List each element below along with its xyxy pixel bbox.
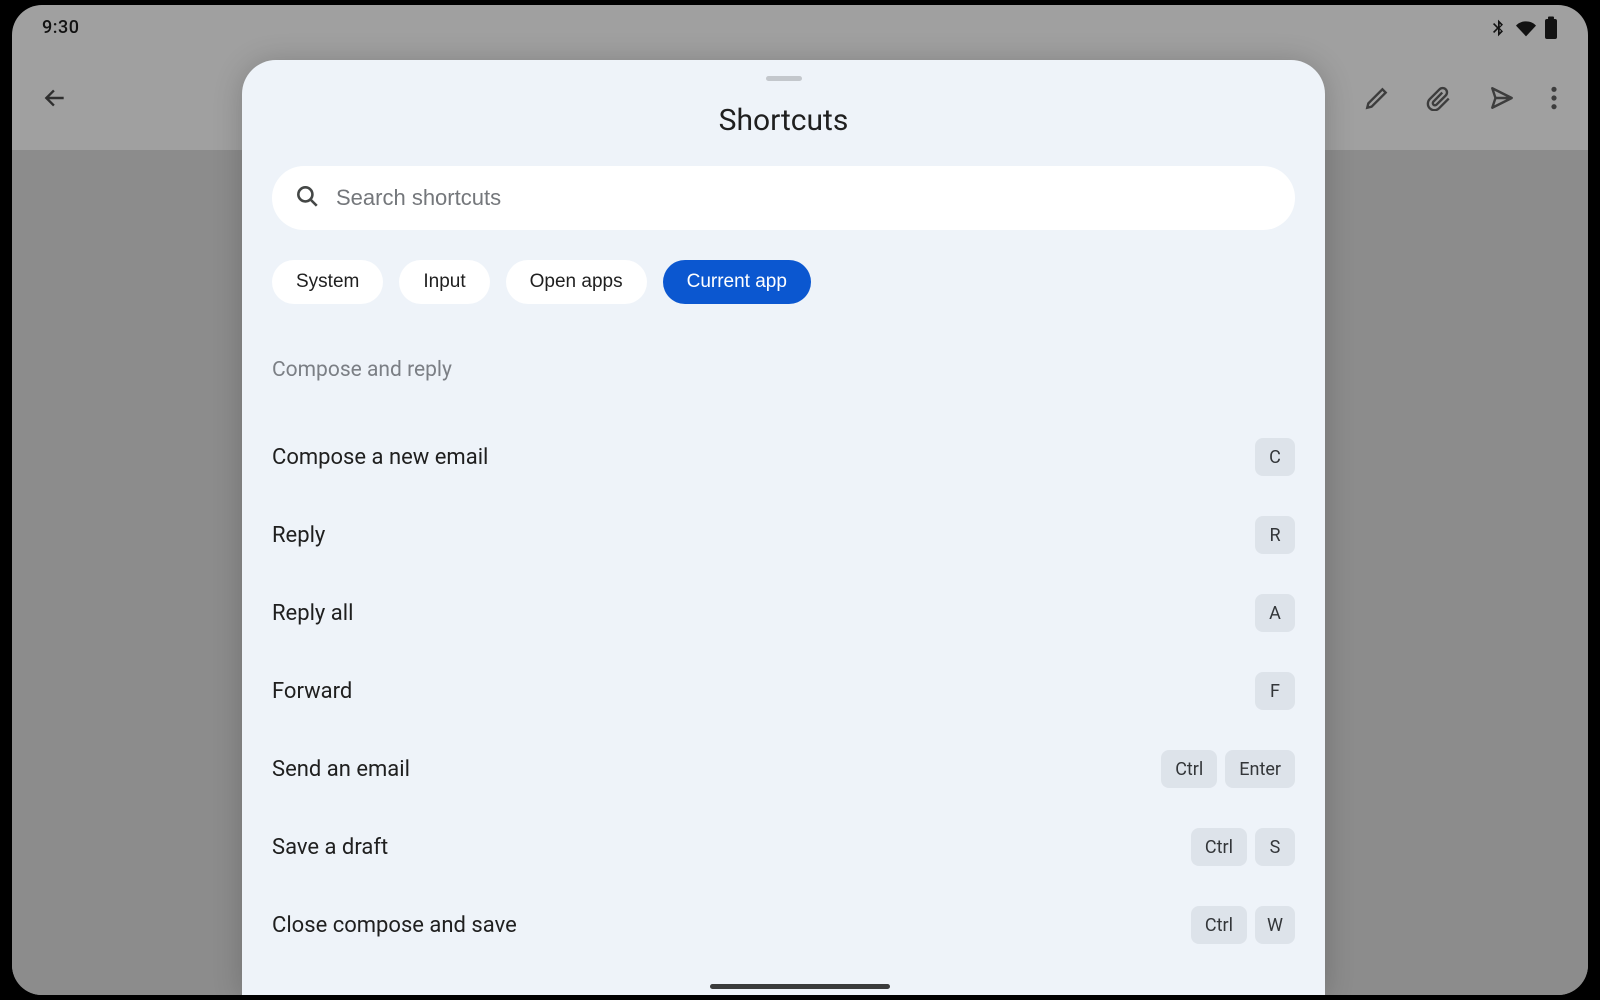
bluetooth-icon xyxy=(1488,17,1508,39)
key: Ctrl xyxy=(1191,906,1247,944)
shortcut-row: Reply all A xyxy=(272,574,1295,652)
send-icon[interactable] xyxy=(1488,85,1516,115)
shortcut-row: Forward F xyxy=(272,652,1295,730)
section-header: Compose and reply xyxy=(272,358,1295,382)
battery-icon xyxy=(1544,16,1558,40)
shortcut-list: Compose a new email C Reply R Reply all … xyxy=(272,418,1295,964)
edit-icon[interactable] xyxy=(1364,85,1390,115)
key: W xyxy=(1255,906,1295,944)
shortcut-label: Compose a new email xyxy=(272,445,488,470)
sheet-grab-handle[interactable] xyxy=(766,76,802,81)
key: F xyxy=(1255,672,1295,710)
wifi-icon xyxy=(1514,18,1538,38)
more-icon[interactable] xyxy=(1550,85,1558,115)
shortcut-row: Reply R xyxy=(272,496,1295,574)
shortcut-label: Save a draft xyxy=(272,835,388,860)
chip-open-apps[interactable]: Open apps xyxy=(506,260,647,304)
shortcut-label: Reply all xyxy=(272,601,353,626)
shortcut-row: Close compose and save Ctrl W xyxy=(272,886,1295,964)
status-time: 9:30 xyxy=(42,17,79,38)
sheet-title: Shortcuts xyxy=(242,103,1325,138)
key: S xyxy=(1255,828,1295,866)
status-bar: 9:30 xyxy=(12,5,1588,50)
search-input[interactable] xyxy=(336,185,1273,211)
chip-input[interactable]: Input xyxy=(399,260,489,304)
navigation-handle[interactable] xyxy=(710,984,890,989)
key: A xyxy=(1255,594,1295,632)
shortcuts-sheet: Shortcuts System Input Open apps Current… xyxy=(242,60,1325,995)
shortcut-row: Compose a new email C xyxy=(272,418,1295,496)
key: Ctrl xyxy=(1191,828,1247,866)
shortcut-row: Save a draft Ctrl S xyxy=(272,808,1295,886)
key: Enter xyxy=(1225,750,1295,788)
device-frame: 9:30 xyxy=(12,5,1588,995)
chip-current-app[interactable]: Current app xyxy=(663,260,811,304)
key: C xyxy=(1255,438,1295,476)
key: R xyxy=(1255,516,1295,554)
chip-row: System Input Open apps Current app xyxy=(272,260,1295,304)
attachment-icon[interactable] xyxy=(1424,85,1454,115)
search-icon xyxy=(294,183,320,213)
shortcut-label: Reply xyxy=(272,523,325,548)
back-icon[interactable] xyxy=(42,85,68,115)
shortcut-row: Send an email Ctrl Enter xyxy=(272,730,1295,808)
shortcut-label: Forward xyxy=(272,679,352,704)
status-icons xyxy=(1488,16,1558,40)
shortcut-label: Send an email xyxy=(272,757,410,782)
key: Ctrl xyxy=(1161,750,1217,788)
search-box[interactable] xyxy=(272,166,1295,230)
shortcut-label: Close compose and save xyxy=(272,913,517,938)
chip-system[interactable]: System xyxy=(272,260,383,304)
